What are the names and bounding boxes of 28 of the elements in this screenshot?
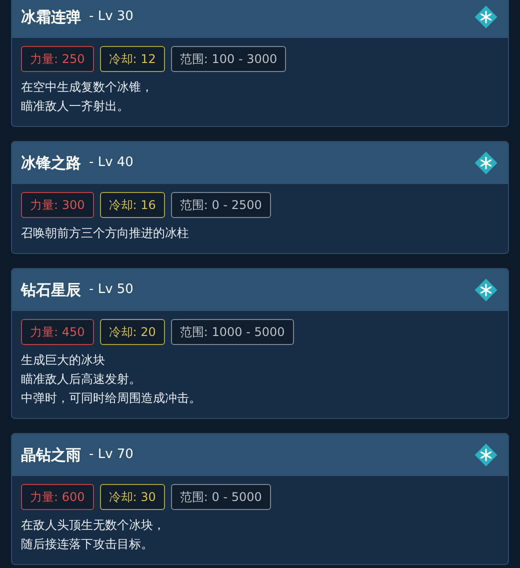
- stat-tag: 力量: 250: [21, 46, 94, 72]
- skill-level: - Lv 40: [89, 154, 134, 172]
- skill-name: 钻石星辰: [21, 280, 81, 301]
- skill-level: - Lv 50: [89, 281, 134, 300]
- skill-name: 晶钻之雨: [21, 444, 81, 466]
- stat-tag: 范围: 0 - 5000: [170, 484, 271, 510]
- description-line: 在敌人头顶生无数个冰块，: [21, 517, 166, 534]
- stat-tag: 范围: 0 - 2500: [170, 192, 271, 218]
- description-line: 瞄准敌人一齐射出。: [21, 98, 130, 115]
- description-line: 瞄准敌人后高速发射。: [21, 371, 142, 388]
- stat-tag: 范围: 100 - 3000: [170, 46, 286, 72]
- skill-level: - Lv 70: [89, 446, 134, 464]
- skill-name: 冰霜连弹: [21, 6, 81, 28]
- stat-tag: 力量: 450: [21, 319, 94, 345]
- stat-tag: 冷却: 16: [100, 192, 165, 218]
- skill-name: 冰锋之路: [21, 152, 81, 174]
- stat-tag: 冷却: 30: [100, 484, 165, 510]
- stat-tag: 冷却: 20: [100, 319, 165, 345]
- description-line: 随后接连落下攻击目标。: [21, 536, 154, 553]
- description-line: 生成巨大的冰块: [21, 352, 106, 369]
- description-line: 召唤朝前方三个方向推进的冰柱: [21, 225, 190, 242]
- stat-tag: 范围: 1000 - 5000: [170, 319, 294, 345]
- stat-tag: 冷却: 12: [100, 46, 165, 72]
- stat-tag: 力量: 600: [21, 484, 94, 510]
- description-line: 在空中生成复数个冰锥，: [21, 79, 154, 96]
- skill-level: - Lv 30: [89, 8, 134, 26]
- stat-tag: 力量: 300: [21, 192, 94, 218]
- description-line: 中弹时，可同时给周围造成冲击。: [21, 390, 202, 407]
